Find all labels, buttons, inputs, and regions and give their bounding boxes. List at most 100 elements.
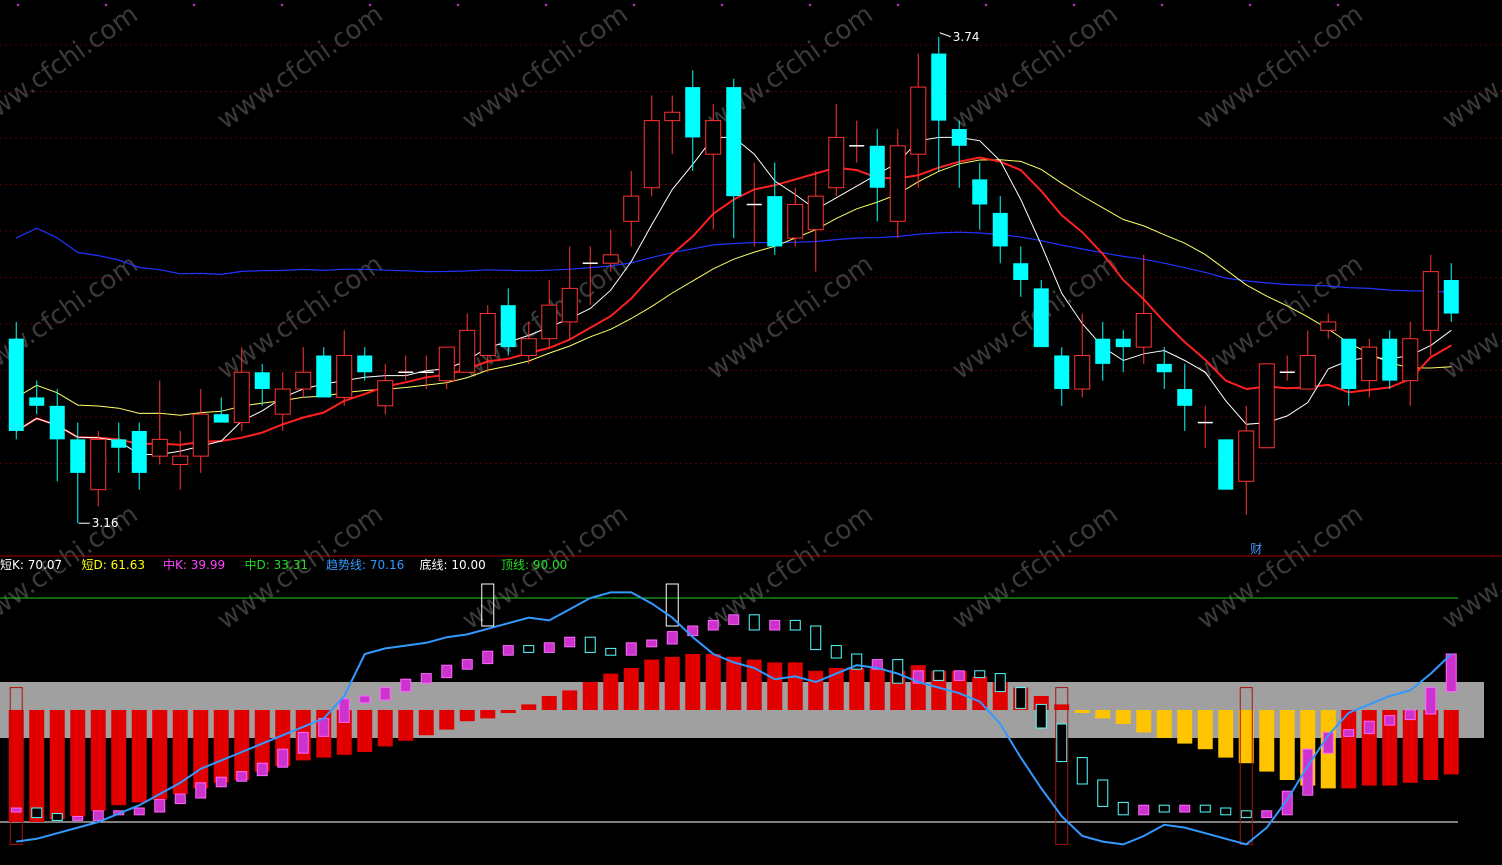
candle[interactable] xyxy=(1279,355,1295,381)
candle-body-up xyxy=(192,413,209,457)
candle[interactable] xyxy=(1422,254,1439,356)
mid-kd-bar xyxy=(1279,710,1295,780)
short-kd-bar xyxy=(1117,801,1129,816)
candle[interactable] xyxy=(643,95,660,197)
indicator-legend: 短K: 70.07 短D: 61.63 中K: 39.99 中D: 33.31 趋势线:… xyxy=(0,557,567,572)
stock-chart[interactable]: www.cfchi.com www.cfchi.com www.cfchi.com w… xyxy=(0,0,1502,865)
mid-kd-bar xyxy=(541,696,557,710)
candle-body-down xyxy=(726,87,742,197)
candle[interactable] xyxy=(254,363,270,406)
candle[interactable] xyxy=(172,430,189,490)
candle[interactable] xyxy=(1135,254,1152,364)
mid-kd-bar xyxy=(49,710,65,820)
candle[interactable] xyxy=(1320,313,1337,339)
legend-value: 70.07 xyxy=(28,558,62,572)
candle[interactable] xyxy=(849,120,865,163)
candle[interactable] xyxy=(1115,330,1131,373)
candle[interactable] xyxy=(910,53,927,188)
candle[interactable] xyxy=(316,347,332,398)
candle[interactable] xyxy=(951,120,967,188)
short-kd-bar xyxy=(728,614,740,625)
short-kd-bar xyxy=(789,619,801,631)
candle[interactable] xyxy=(131,422,147,490)
top-marker-dot xyxy=(808,3,812,7)
candle[interactable] xyxy=(1074,313,1091,398)
candle[interactable] xyxy=(889,129,906,239)
mid-kd-bar xyxy=(582,682,598,710)
candle-body-down xyxy=(1443,280,1459,314)
short-kd-bar xyxy=(277,748,289,768)
candle-body-up xyxy=(151,438,168,457)
short-kd-bar xyxy=(892,659,904,684)
candle-body-up xyxy=(479,313,496,356)
candle[interactable] xyxy=(1033,280,1049,348)
candle[interactable] xyxy=(1095,321,1111,381)
candle[interactable] xyxy=(664,95,681,155)
candle[interactable] xyxy=(787,187,804,247)
candle-body-up xyxy=(377,380,394,407)
candle-body-down xyxy=(111,439,127,448)
mid-kd-bar xyxy=(1156,710,1172,738)
candle[interactable] xyxy=(561,246,578,339)
candle-body-up xyxy=(520,338,537,356)
candle[interactable] xyxy=(8,321,24,440)
candle[interactable] xyxy=(828,103,845,197)
candle[interactable] xyxy=(1177,363,1193,431)
candle[interactable] xyxy=(1013,246,1029,297)
short-kd-bar xyxy=(441,664,453,679)
candle[interactable] xyxy=(459,313,476,373)
candle[interactable] xyxy=(1218,439,1234,490)
candle[interactable] xyxy=(1238,405,1255,515)
candle[interactable] xyxy=(931,36,947,171)
candle[interactable] xyxy=(1443,263,1459,322)
candle[interactable] xyxy=(192,389,209,473)
candle[interactable] xyxy=(869,129,885,222)
candle-body-up xyxy=(561,287,578,323)
candle[interactable] xyxy=(357,347,373,381)
candle[interactable] xyxy=(111,422,127,473)
candle[interactable] xyxy=(1382,330,1398,390)
event-marker[interactable]: 财 xyxy=(1250,542,1262,556)
short-kd-bar xyxy=(338,698,350,723)
candle[interactable] xyxy=(767,162,783,255)
candle-body-down xyxy=(131,430,147,473)
candle[interactable] xyxy=(807,170,824,272)
top-marker-dot xyxy=(1072,3,1076,7)
mid-kd-bar xyxy=(1402,710,1418,783)
legend-name: 中K: xyxy=(163,557,191,572)
candle[interactable] xyxy=(336,330,353,406)
short-kd-bar xyxy=(359,695,371,704)
candle[interactable] xyxy=(438,346,455,390)
candle[interactable] xyxy=(1054,347,1070,406)
candle[interactable] xyxy=(151,380,168,465)
candle[interactable] xyxy=(49,389,65,482)
candle[interactable] xyxy=(377,363,394,415)
candle[interactable] xyxy=(746,162,762,247)
candle[interactable] xyxy=(992,196,1008,264)
top-marker-dot xyxy=(720,3,724,7)
candle-body-up xyxy=(1402,338,1419,382)
candle[interactable] xyxy=(1341,338,1357,406)
short-kd-bar xyxy=(1158,804,1170,813)
candle[interactable] xyxy=(726,78,742,239)
candle[interactable] xyxy=(1402,321,1419,406)
candle[interactable] xyxy=(685,70,701,171)
short-kd-bar xyxy=(256,762,268,777)
candle[interactable] xyxy=(541,280,558,348)
candle[interactable] xyxy=(623,170,640,247)
candle[interactable] xyxy=(1197,405,1213,448)
candle[interactable] xyxy=(972,162,988,230)
top-marker-dot xyxy=(368,3,372,7)
legend-value: 33.31 xyxy=(274,558,308,572)
candle-body-up xyxy=(233,371,250,424)
mid-kd-bar xyxy=(869,668,885,710)
candle[interactable] xyxy=(29,380,45,415)
candle[interactable] xyxy=(398,355,414,381)
candle[interactable] xyxy=(295,347,312,398)
candle[interactable] xyxy=(1299,330,1316,390)
candle[interactable] xyxy=(500,288,516,356)
candle-body-down xyxy=(1177,389,1193,406)
candle[interactable] xyxy=(90,430,107,507)
mid-kd-bar xyxy=(1074,710,1090,713)
candle[interactable] xyxy=(1258,363,1275,449)
